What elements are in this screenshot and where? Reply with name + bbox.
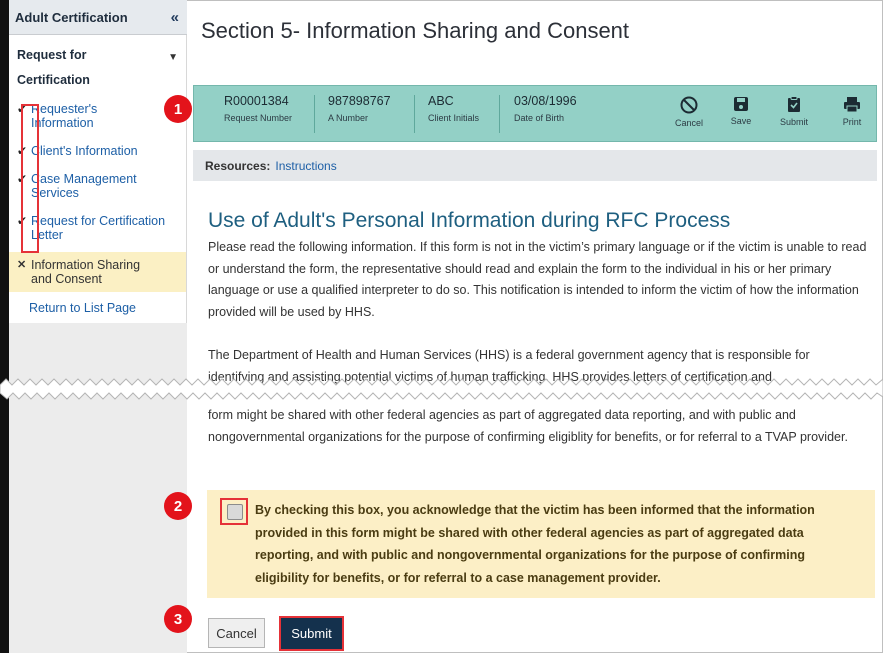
print-icon — [844, 97, 860, 113]
date-of-birth-field: 03/08/1996 Date of Birth — [514, 94, 577, 123]
divider — [499, 95, 500, 133]
client-initials-field: ABC Client Initials — [428, 94, 479, 123]
save-button-top[interactable]: Save — [724, 96, 758, 126]
left-edge-bar — [0, 0, 9, 653]
cancel-button-top[interactable]: Cancel — [672, 96, 706, 128]
a-number-field: 987898767 A Number — [328, 94, 391, 123]
intro-paragraph: Please read the following information. I… — [208, 240, 867, 319]
a-number-label: A Number — [328, 113, 369, 123]
callout-marker-1: 1 — [164, 95, 192, 123]
return-to-list-link[interactable]: Return to List Page — [9, 292, 186, 323]
cancel-icon — [680, 96, 698, 114]
sidebar-item-label: Client's Information — [31, 144, 138, 158]
sidebar-item-label: Request for Certification Letter — [31, 214, 166, 242]
sidebar-item-label: Requester's Information — [31, 102, 98, 130]
instructions-link[interactable]: Instructions — [275, 159, 336, 173]
caret-down-icon: ▼ — [168, 52, 178, 63]
save-label: Save — [730, 116, 752, 126]
submit-button-top[interactable]: Submit — [777, 96, 811, 127]
save-icon — [734, 97, 748, 111]
sidebar-item-information-sharing-and-consent[interactable]: ✕ Information Sharing and Consent — [9, 252, 186, 292]
resources-bar: Resources: Instructions — [193, 150, 877, 181]
date-of-birth-label: Date of Birth — [514, 113, 565, 123]
request-number-value: R00001384 — [224, 94, 289, 108]
callout-marker-2: 2 — [164, 492, 192, 520]
sidebar-item-label: Information Sharing and Consent — [31, 258, 141, 286]
record-info-bar: R00001384 Request Number 987898767 A Num… — [193, 85, 877, 142]
client-initials-value: ABC — [428, 94, 454, 108]
x-icon: ✕ — [17, 259, 27, 271]
a-number-value: 987898767 — [328, 94, 391, 108]
cancel-button[interactable]: Cancel — [208, 618, 265, 648]
section-heading: Use of Adult's Personal Information duri… — [208, 209, 731, 232]
submit-label: Submit — [779, 117, 808, 127]
print-button-top[interactable]: Print — [835, 96, 869, 127]
submit-icon — [788, 96, 800, 112]
collapse-icon[interactable]: « — [171, 9, 179, 26]
torn-edge-divider — [0, 378, 883, 400]
sidebar-header: Adult Certification « — [9, 0, 187, 35]
sidebar-item-label: Case Management Services — [31, 172, 137, 200]
cancel-label: Cancel — [674, 118, 703, 128]
request-number-field: R00001384 Request Number — [224, 94, 292, 123]
callout-marker-3: 3 — [164, 605, 192, 633]
highlight-box-checkbox — [220, 498, 248, 525]
consent-panel: By checking this box, you acknowledge th… — [207, 490, 875, 598]
hhs-paragraph-end: form might be shared with other federal … — [208, 408, 848, 444]
sidebar-section-title: Request for Certification — [17, 48, 90, 87]
divider — [314, 95, 315, 133]
page-title: Section 5- Information Sharing and Conse… — [201, 18, 630, 43]
date-of-birth-value: 03/08/1996 — [514, 94, 577, 108]
sidebar: Adult Certification « Request for Certif… — [9, 0, 187, 653]
resources-label: Resources: — [205, 158, 271, 173]
consent-text: By checking this box, you acknowledge th… — [255, 503, 815, 585]
client-initials-label: Client Initials — [428, 113, 480, 123]
sidebar-title: Adult Certification — [15, 9, 128, 25]
highlight-box-sidebar-checks — [21, 104, 39, 253]
sidebar-section[interactable]: Request for Certification ▼ — [9, 35, 186, 93]
print-label: Print — [842, 117, 862, 127]
divider — [414, 95, 415, 133]
submit-button[interactable]: Submit — [279, 616, 344, 651]
request-number-label: Request Number — [224, 113, 293, 123]
